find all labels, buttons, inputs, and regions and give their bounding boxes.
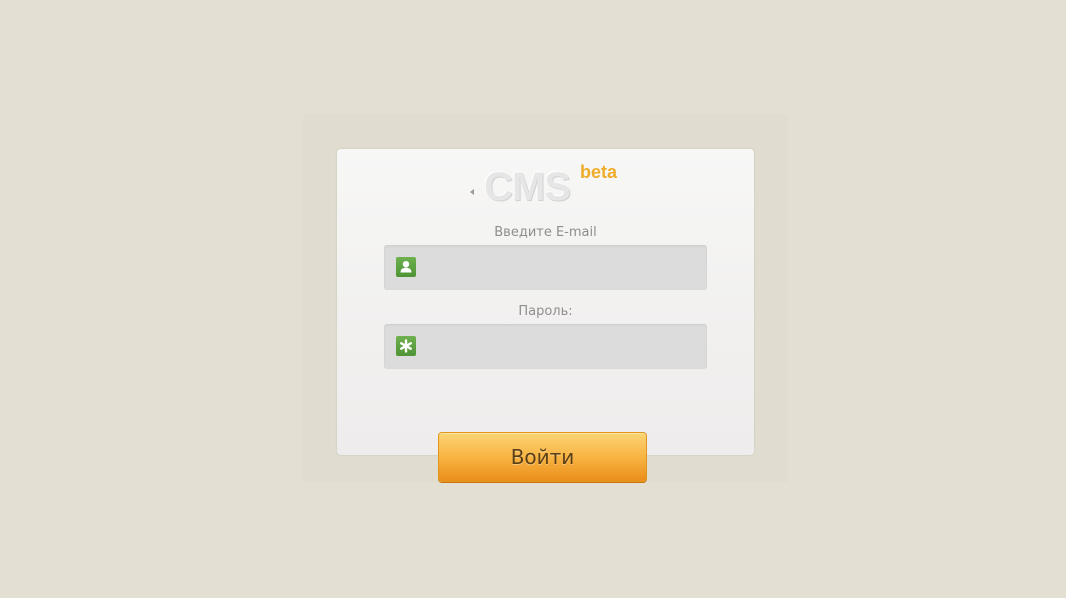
user-icon bbox=[396, 257, 416, 277]
password-label: Пароль: bbox=[518, 304, 573, 319]
logo: CMS beta bbox=[470, 163, 630, 213]
password-field[interactable] bbox=[384, 324, 707, 369]
password-input[interactable] bbox=[424, 324, 700, 369]
email-label: Введите E-mail bbox=[494, 225, 597, 240]
caret-left-icon bbox=[470, 189, 474, 195]
login-button[interactable]: Войти bbox=[438, 432, 647, 482]
email-field[interactable] bbox=[384, 245, 707, 290]
logo-text: CMS bbox=[484, 165, 571, 209]
asterisk-icon bbox=[396, 336, 416, 356]
logo-beta-badge: beta bbox=[580, 162, 618, 182]
email-input[interactable] bbox=[424, 245, 700, 290]
